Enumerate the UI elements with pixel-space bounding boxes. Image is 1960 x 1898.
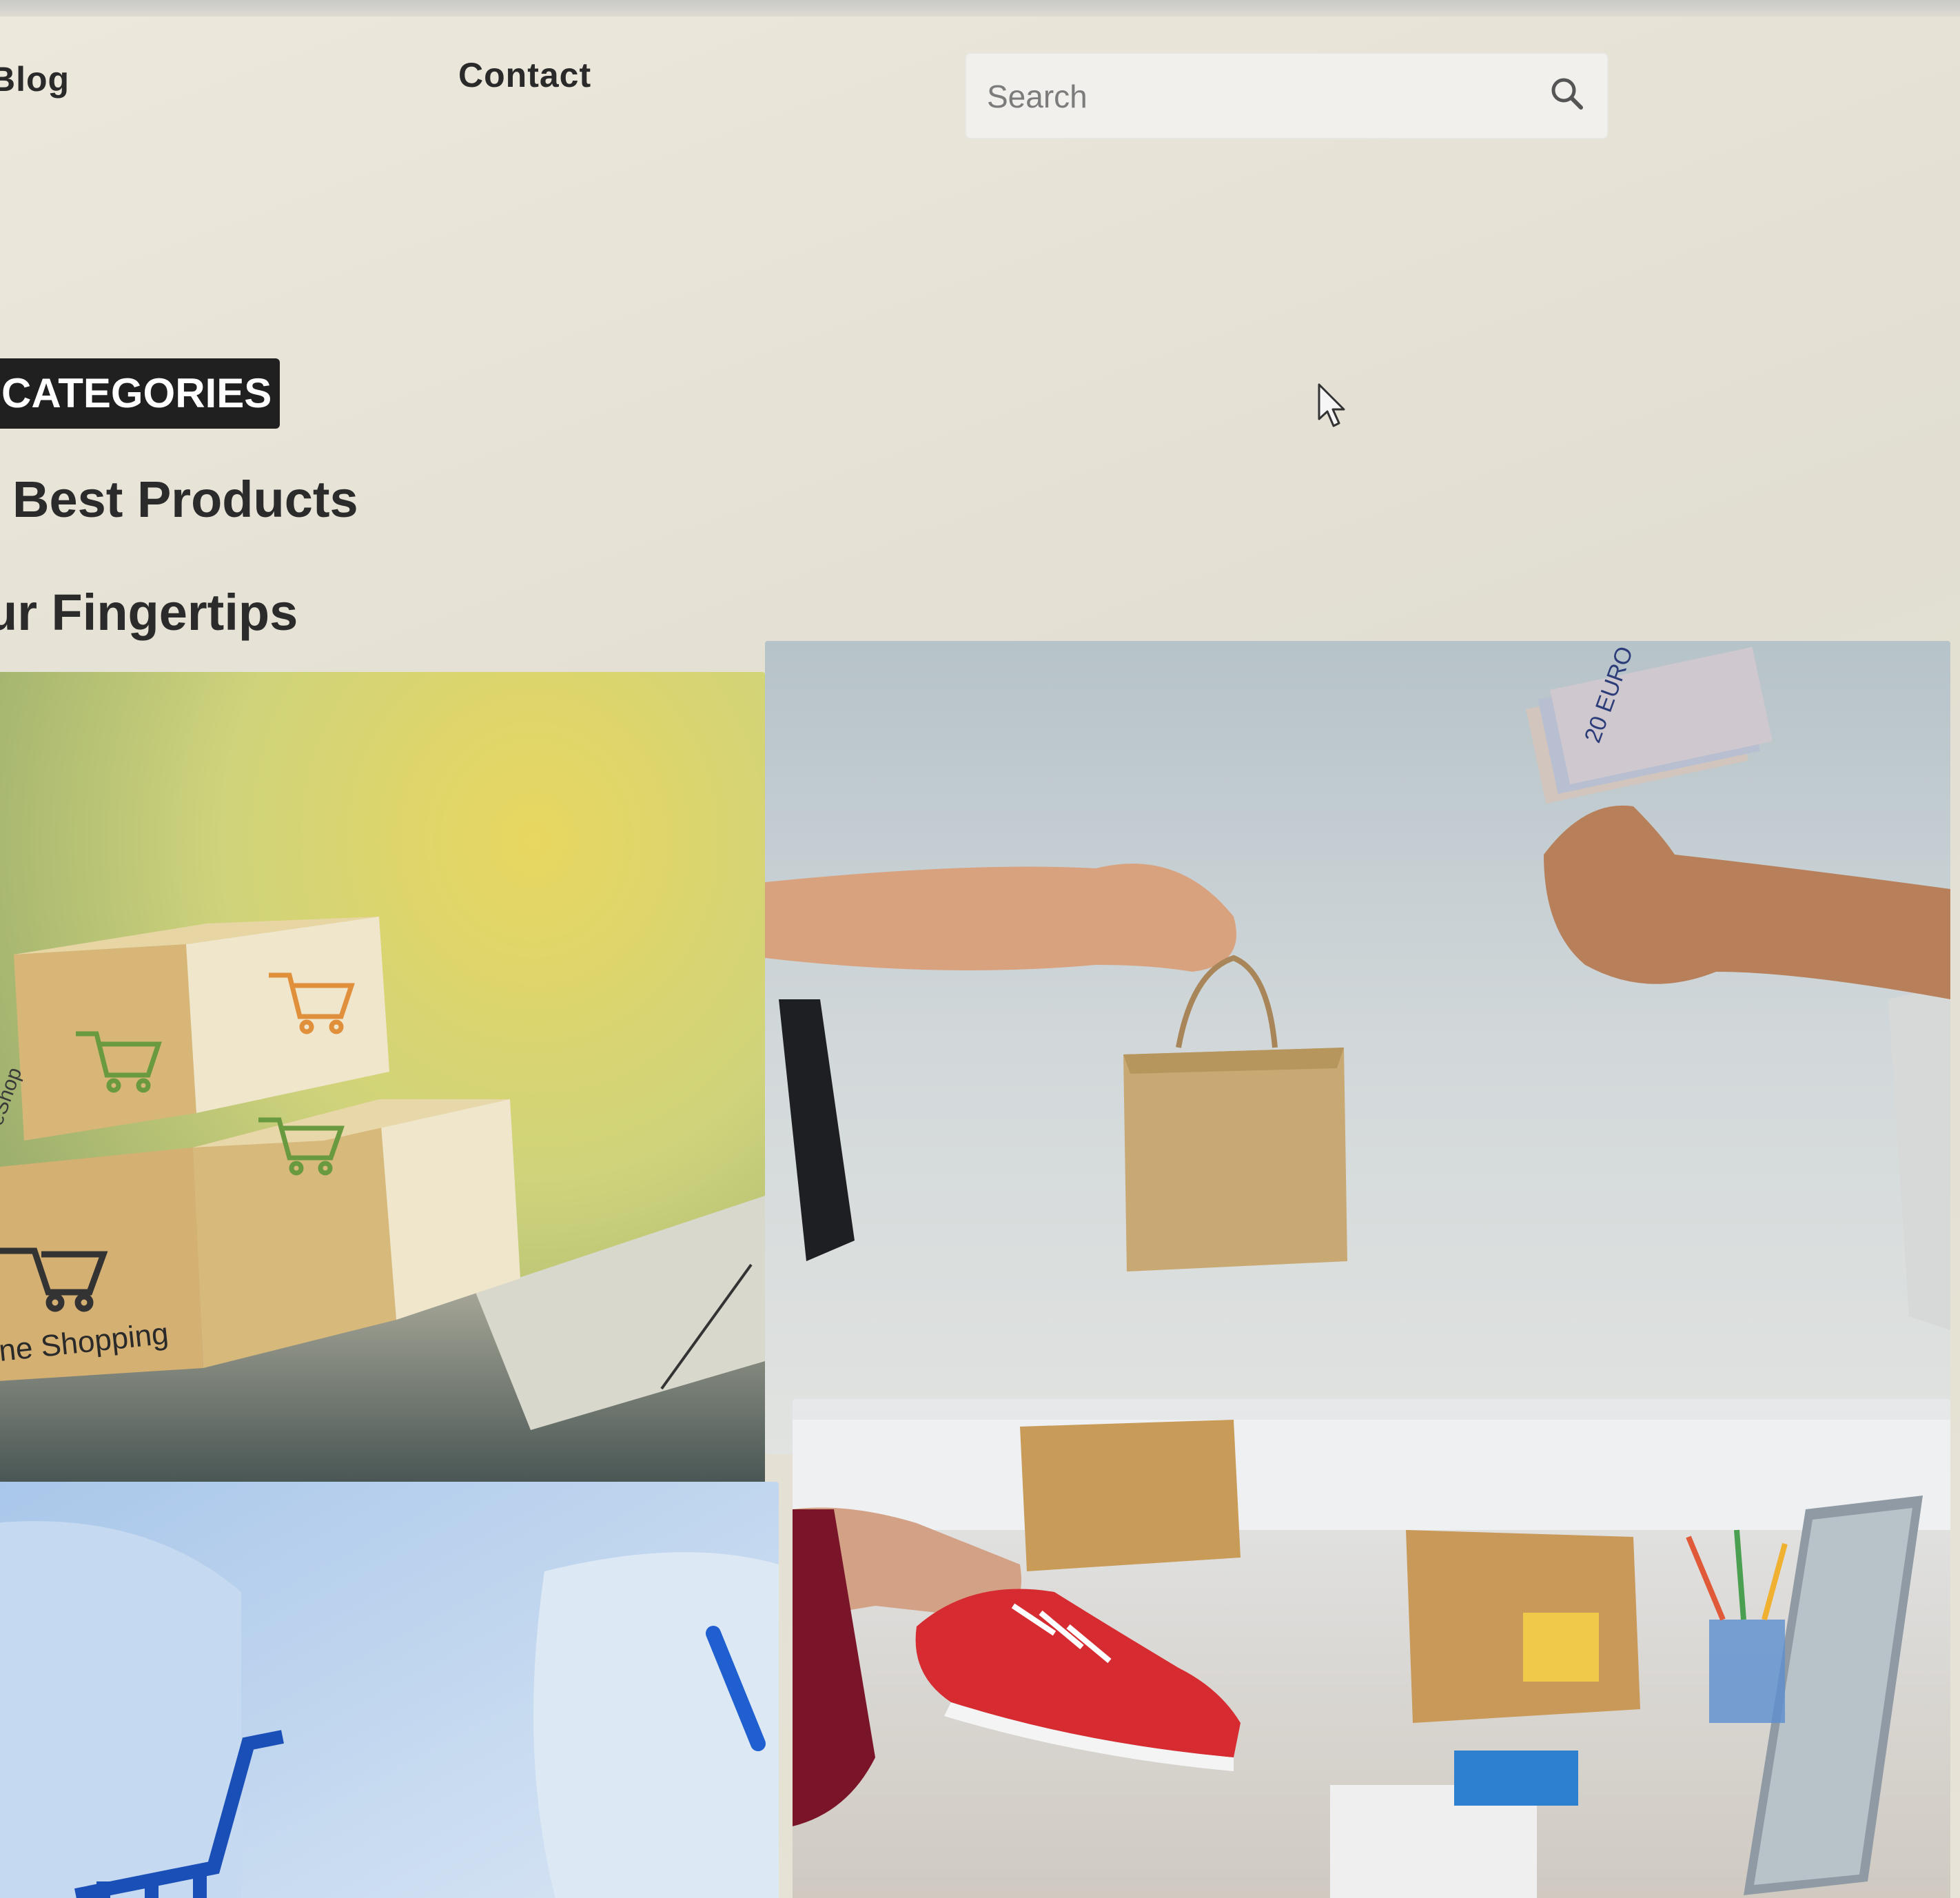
- search-icon[interactable]: [1545, 72, 1589, 116]
- nav-contact-link[interactable]: Contact: [458, 55, 591, 95]
- shoe-packing-image: [793, 1399, 1950, 1898]
- tile-bag-for-cash[interactable]: 20 EURO: [765, 641, 1950, 1454]
- browser-screen: Blog Contact CATEGORIES Best Products ur…: [0, 0, 1960, 1898]
- tile-shoe-packing[interactable]: [793, 1399, 1950, 1898]
- bag-for-cash-image: 20 EURO: [765, 641, 1950, 1454]
- search-bar: [965, 52, 1609, 139]
- nav-blog-link[interactable]: Blog: [0, 59, 70, 99]
- tile-cart-key[interactable]: [0, 1482, 779, 1898]
- cart-key-image: [0, 1482, 779, 1898]
- search-input[interactable]: [986, 69, 1526, 124]
- hero-title-line-1: Best Products: [12, 471, 358, 528]
- tile-shipping-boxes[interactable]: ne Shopping eShop: [0, 672, 765, 1513]
- hero-title-line-2: ur Fingertips: [0, 584, 298, 641]
- shipping-boxes-image: ne Shopping eShop: [0, 672, 765, 1513]
- browser-top-edge: [0, 0, 1960, 17]
- mouse-cursor-icon: [1318, 383, 1345, 427]
- categories-badge: CATEGORIES: [0, 358, 280, 429]
